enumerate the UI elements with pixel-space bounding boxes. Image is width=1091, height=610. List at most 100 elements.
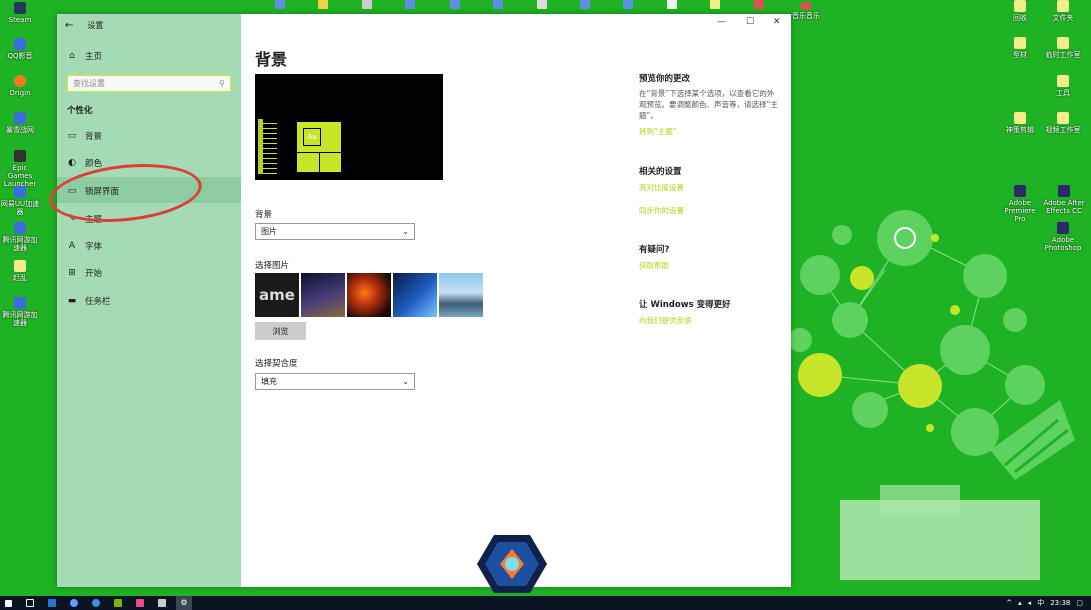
feedback-link[interactable]: 向我们提供反馈 [639, 315, 692, 326]
top-shortcut-icon[interactable] [754, 0, 764, 9]
picture-thumbnail[interactable] [439, 273, 483, 317]
picture-thumbnail[interactable] [347, 273, 391, 317]
picture-thumbnail[interactable]: ame [255, 273, 299, 317]
taskbar-app[interactable] [132, 596, 148, 610]
desktop-icon[interactable]: Origin [0, 75, 40, 97]
mail-icon [48, 599, 56, 607]
file-icon [1057, 112, 1069, 124]
notification-icon[interactable]: ▢ [1076, 599, 1083, 607]
fit-dropdown[interactable]: 填充 ⌄ [255, 373, 415, 390]
desktop-icon-label: 音乐音乐 [792, 12, 820, 20]
taskbar-settings-app[interactable]: ⚙ [176, 596, 192, 610]
desktop-icon[interactable]: 腾讯网游加速器 [0, 297, 40, 327]
lang-indicator[interactable]: 中 [1037, 598, 1044, 608]
sidebar-item-colors[interactable]: ◐ 颜色 [67, 156, 102, 170]
back-arrow-icon[interactable]: ← [65, 20, 73, 31]
desktop-icon[interactable]: Epic Games Launcher [0, 150, 40, 188]
picture-thumbnail[interactable] [301, 273, 345, 317]
volume-icon[interactable]: ◂ [1028, 599, 1032, 607]
go-to-themes-link[interactable]: 转到“主题” [639, 126, 677, 137]
desktop-icon[interactable]: 型材 [1000, 37, 1040, 59]
top-shortcut-icon[interactable] [623, 0, 633, 9]
desktop-icon[interactable]: 神策剪辑 [1000, 112, 1040, 134]
file-icon [1014, 37, 1026, 49]
font-icon: A [68, 241, 76, 251]
sidebar-item-fonts[interactable]: A 字体 [67, 239, 102, 253]
top-shortcut-icon[interactable] [275, 0, 285, 9]
tencent-accelerator-icon [14, 297, 26, 309]
top-shortcut-icon[interactable] [318, 0, 328, 9]
sync-settings-link[interactable]: 同步你的设置 [639, 205, 684, 216]
pixelated-area [880, 485, 960, 515]
clock[interactable]: 23:38 [1050, 599, 1070, 607]
settings-sidebar: ← 设置 ⌂ 主页 查找设置 ⚲ 个性化 ▭ 背景 ◐ 颜色 ▭ 锁屏界面 ✎ … [57, 14, 241, 587]
wallpaper-bulb-graphic [790, 210, 1075, 480]
sidebar-item-background[interactable]: ▭ 背景 [67, 129, 102, 143]
sidebar-item-taskbar[interactable]: ▬ 任务栏 [67, 294, 111, 308]
top-shortcut-icon[interactable] [493, 0, 503, 9]
preview-menu-lines [263, 119, 277, 174]
start-button[interactable] [0, 596, 16, 610]
search-input[interactable]: 查找设置 ⚲ [67, 75, 231, 92]
desktop-icon[interactable]: 腾讯网游加速器 [0, 222, 40, 252]
chevron-up-icon[interactable]: ^ [1006, 599, 1012, 607]
desktop-icon[interactable]: QQ影音 [0, 38, 40, 60]
premiere-icon [1014, 185, 1026, 197]
sidebar-item-start[interactable]: ⊞ 开始 [67, 266, 102, 280]
picture-thumbnail[interactable] [393, 273, 437, 317]
top-shortcut-icon[interactable] [580, 0, 590, 9]
taskbar: ⚙ ^ ▴ ◂ 中 23:38 ▢ [0, 596, 1091, 610]
taskbar-app[interactable] [88, 596, 104, 610]
epic-games-icon [14, 150, 26, 162]
preview-tile-grid: Aa [297, 122, 341, 172]
choose-picture-label: 选择图片 [255, 261, 290, 271]
desktop-icon[interactable]: 音乐音乐 [786, 2, 826, 20]
home-icon: ⌂ [69, 51, 75, 61]
taskbar-app[interactable] [110, 596, 126, 610]
high-contrast-link[interactable]: 高对比度设置 [639, 182, 684, 193]
taskbar-app[interactable] [154, 596, 170, 610]
top-shortcut-icon[interactable] [450, 0, 460, 9]
taskbar-app[interactable] [44, 596, 60, 610]
windows-logo-icon [4, 599, 12, 607]
desktop-icon[interactable]: 临时工作室 [1043, 37, 1083, 59]
desktop-icon[interactable]: 视频工作室 [1043, 112, 1083, 134]
desktop-icon[interactable]: 网易UU加速器 [0, 186, 40, 216]
desktop-icon[interactable]: 回收 [1000, 0, 1040, 22]
background-label: 背景 [255, 210, 273, 220]
file-icon [1057, 37, 1069, 49]
desktop-icon-label: Origin [9, 89, 31, 97]
app-icon [136, 599, 144, 607]
taskview-button[interactable] [22, 596, 38, 610]
search-placeholder: 查找设置 [73, 79, 105, 88]
top-shortcut-icon[interactable] [667, 0, 677, 9]
background-dropdown[interactable]: 图片 ⌄ [255, 223, 415, 240]
top-shortcut-icon[interactable] [405, 0, 415, 9]
sidebar-item-label: 字体 [85, 242, 103, 252]
top-shortcut-icon[interactable] [537, 0, 547, 9]
sidebar-item-label: 颜色 [85, 159, 103, 169]
desktop-icon-label: 回收 [1013, 14, 1027, 22]
preview-changes-text: 在“背景”下选择某个选项，以查看它的外观预览。要调整颜色、声音等，请选择“主题”… [639, 89, 778, 120]
close-button[interactable]: ✕ [773, 17, 781, 27]
desktop-icon-label: 腾讯网游加速器 [2, 311, 38, 327]
taskbar-app[interactable] [66, 596, 82, 610]
desktop-icon[interactable]: 工具 [1043, 75, 1083, 97]
palette-icon: ◐ [68, 158, 76, 168]
network-icon[interactable]: ▴ [1018, 599, 1022, 607]
desktop-icon[interactable]: Steam [0, 2, 40, 24]
top-shortcut-icon[interactable] [362, 0, 372, 9]
browse-button[interactable]: 浏览 [255, 322, 306, 340]
nav-home[interactable]: ⌂ 主页 [67, 49, 102, 63]
get-help-link[interactable]: 获取帮助 [639, 260, 669, 271]
maximize-button[interactable]: ☐ [746, 17, 754, 27]
top-shortcut-icon[interactable] [710, 0, 720, 9]
minimize-button[interactable]: — [717, 17, 726, 27]
desktop-icon[interactable]: 文件夹 [1043, 0, 1083, 22]
steam-icon [14, 2, 26, 14]
desktop-icon-label: 网易UU加速器 [0, 200, 40, 216]
after-effects-icon [1058, 185, 1070, 197]
background-preview: Aa [255, 74, 443, 180]
desktop-icon[interactable]: 暴雪战网 [0, 112, 40, 134]
desktop-icon[interactable]: 赶乱 [0, 260, 40, 282]
